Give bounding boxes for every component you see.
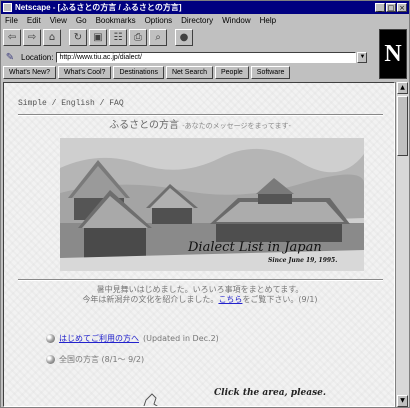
vertical-scrollbar[interactable]: ▲ ▼	[395, 82, 409, 407]
page-title-text: ふるさとの方言	[109, 120, 180, 131]
list-item: はじめてご利用の方へ (Updated in Dec.2)	[46, 332, 219, 344]
menu-file[interactable]: File	[5, 16, 18, 25]
software-button[interactable]: Software	[250, 66, 291, 79]
hero-since: Since June 19, 1995.	[268, 257, 338, 264]
menu-bar: File Edit View Go Bookmarks Options Dire…	[1, 14, 409, 26]
window-title: Netscape - [ふるさとの方言 / ふるさとの方言]	[15, 3, 182, 12]
click-hint: Click the area, please.	[214, 388, 327, 398]
directory-buttons: What's New? What's Cool? Destinations Ne…	[3, 66, 291, 80]
open-icon: ☷	[113, 31, 123, 43]
location-label: Location:	[21, 52, 54, 62]
menu-view[interactable]: View	[50, 16, 67, 25]
scroll-thumb[interactable]	[397, 96, 408, 156]
divider	[18, 279, 383, 281]
menu-go[interactable]: Go	[76, 16, 87, 25]
forward-button[interactable]: ⇨	[23, 28, 41, 46]
home-icon: ⌂	[48, 31, 56, 43]
page-title: ふるさとの方言 -あなたのメッセージをまってます-	[4, 116, 394, 131]
location-input[interactable]: http://www.tiu.ac.jp/dialect/	[56, 51, 357, 63]
whats-cool-button[interactable]: What's Cool?	[58, 66, 112, 79]
hero-banner: Dialect List in Japan Since June 19, 199…	[60, 138, 364, 271]
notice-link[interactable]: こちら	[218, 295, 242, 304]
destinations-button[interactable]: Destinations	[113, 66, 164, 79]
bullet-icon	[46, 354, 55, 364]
page-subtitle: -あなたのメッセージをまってます-	[182, 122, 291, 130]
window-controls: _ □ ×	[375, 3, 407, 12]
find-button[interactable]: ⌕	[149, 28, 167, 46]
japan-map-outline[interactable]	[136, 388, 176, 407]
images-button[interactable]: ▣	[89, 28, 107, 46]
menu-help[interactable]: Help	[260, 16, 276, 25]
page-content: Simple / English / FAQ ふるさとの方言 -あなたのメッセー…	[3, 82, 395, 407]
notice-line1: 暑中見舞いはじめました。いろいろ事項をまとめてます。	[96, 285, 304, 294]
home-button[interactable]: ⌂	[43, 28, 61, 46]
navigation-toolbar: ⇦ ⇨ ⌂ ↻ ▣ ☷ ⎙ ⌕ ●	[3, 27, 363, 47]
hero-title: Dialect List in Japan	[188, 240, 322, 255]
reload-icon: ↻	[73, 31, 83, 43]
browser-window: Netscape - [ふるさとの方言 / ふるさとの方言] _ □ × Fil…	[0, 0, 410, 408]
netscape-app-icon	[3, 3, 12, 12]
notice: 暑中見舞いはじめました。いろいろ事項をまとめてます。 今年は新潟弁の文化を紹介し…	[4, 285, 394, 305]
menu-bookmarks[interactable]: Bookmarks	[96, 16, 136, 25]
close-button[interactable]: ×	[397, 3, 407, 12]
breadcrumb[interactable]: Simple / English / FAQ	[18, 99, 124, 108]
notice-line2-text: 今年は新潟弁の文化を紹介しました。	[82, 295, 219, 304]
maximize-button[interactable]: □	[386, 3, 396, 12]
print-button[interactable]: ⎙	[129, 28, 147, 46]
list-item-text[interactable]: 全国の方言 (8/1〜 9/2)	[59, 354, 144, 365]
stop-icon: ●	[179, 31, 189, 43]
bookmark-icon[interactable]: ✎	[3, 51, 17, 63]
reload-button[interactable]: ↻	[69, 28, 87, 46]
bullet-icon	[46, 333, 55, 343]
scroll-up-arrow[interactable]: ▲	[397, 82, 408, 94]
forward-icon: ⇨	[27, 31, 37, 43]
net-search-button[interactable]: Net Search	[165, 66, 213, 79]
whats-new-button[interactable]: What's New?	[3, 66, 57, 79]
find-icon: ⌕	[155, 31, 161, 43]
list-item-text: (Updated in Dec.2)	[143, 333, 219, 343]
scroll-down-arrow[interactable]: ▼	[397, 395, 408, 407]
notice-line2: 今年は新潟弁の文化を紹介しました。こちらをご覧下さい。(9/1)	[4, 295, 394, 305]
back-icon: ⇦	[7, 31, 17, 43]
menu-directory[interactable]: Directory	[181, 16, 213, 25]
minimize-button[interactable]: _	[375, 3, 385, 12]
location-dropdown[interactable]: ▼	[357, 51, 368, 63]
menu-items: はじめてご利用の方へ (Updated in Dec.2) 全国の方言 (8/1…	[46, 332, 219, 374]
open-button[interactable]: ☷	[109, 28, 127, 46]
print-icon: ⎙	[134, 31, 142, 43]
notice-line2-tail: をご覧下さい。(9/1)	[242, 295, 318, 304]
menu-edit[interactable]: Edit	[27, 16, 41, 25]
title-bar: Netscape - [ふるさとの方言 / ふるさとの方言] _ □ ×	[1, 1, 409, 14]
location-bar: ✎ Location: http://www.tiu.ac.jp/dialect…	[3, 50, 383, 64]
list-item: 全国の方言 (8/1〜 9/2)	[46, 353, 219, 365]
menu-window[interactable]: Window	[222, 16, 250, 25]
menu-options[interactable]: Options	[145, 16, 173, 25]
netscape-logo[interactable]: N	[379, 29, 407, 79]
people-button[interactable]: People	[215, 66, 249, 79]
list-item-link[interactable]: はじめてご利用の方へ	[59, 333, 139, 344]
back-button[interactable]: ⇦	[3, 28, 21, 46]
stop-button[interactable]: ●	[175, 28, 193, 46]
images-icon: ▣	[93, 31, 103, 43]
